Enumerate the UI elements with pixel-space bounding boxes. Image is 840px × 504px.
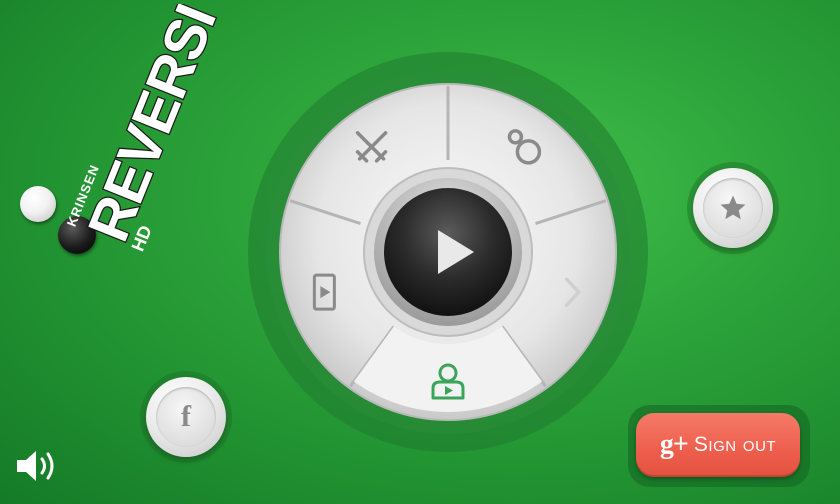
star-icon: [720, 195, 746, 220]
facebook-button[interactable]: f: [146, 377, 226, 457]
google-plus-icon: g+: [659, 429, 689, 460]
play-button[interactable]: [376, 180, 520, 324]
sound-toggle-button[interactable]: [14, 446, 64, 486]
signout-label: Sign out: [693, 433, 777, 456]
facebook-icon: f: [181, 400, 191, 433]
main-menu-wheel: [248, 52, 648, 452]
speaker-icon: [17, 451, 54, 481]
logo-title-text: REVERSI: [76, 4, 229, 250]
rate-star-button[interactable]: [693, 168, 773, 248]
google-signout-button[interactable]: g+ Sign out: [636, 413, 800, 477]
signin-container: g+ Sign out: [628, 405, 810, 487]
game-logo: KRINSEN REVERSI HD: [8, 4, 238, 264]
logo-text-group: KRINSEN REVERSI HD: [64, 4, 230, 254]
